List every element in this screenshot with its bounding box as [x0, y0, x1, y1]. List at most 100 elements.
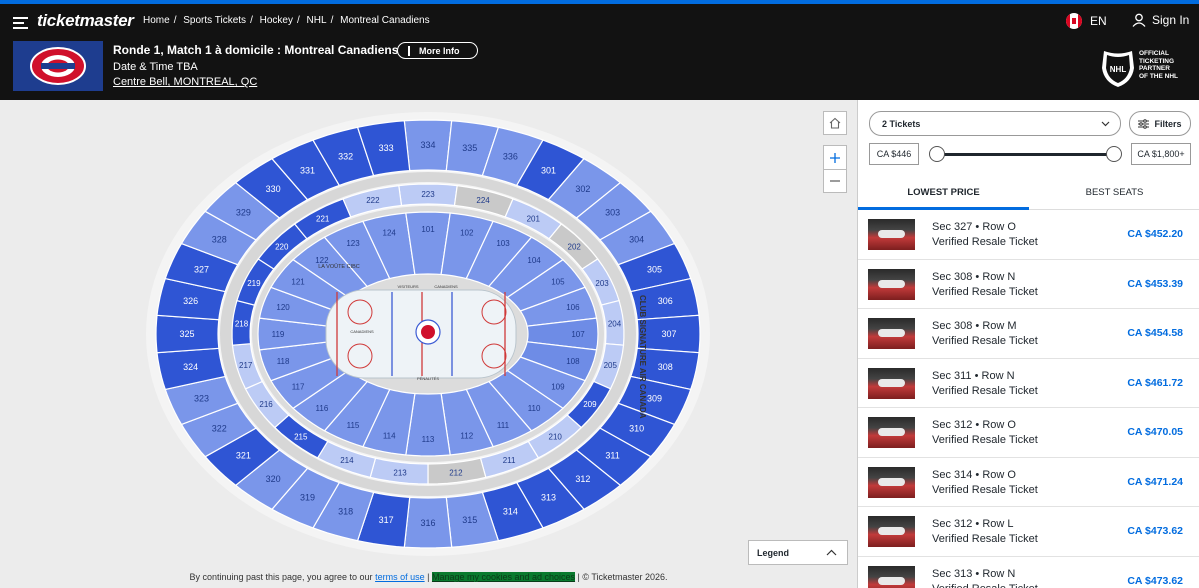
ticket-listing[interactable]: Sec 308 • Row N Verified Resale Ticket CA … [858, 260, 1199, 309]
ticket-listing[interactable]: Sec 314 • Row O Verified Resale Ticket CA … [858, 458, 1199, 507]
listing-section-row: Sec 308 • Row M [932, 320, 1017, 332]
nhl-shield-icon: NHL [1102, 51, 1134, 87]
section-label: 102 [460, 229, 474, 238]
ticketmaster-logo[interactable]: ticketmaster [37, 11, 134, 31]
section-label: 210 [549, 433, 563, 442]
ticket-listing[interactable]: Sec 327 • Row O Verified Resale Ticket CA … [858, 210, 1199, 260]
price-max-field[interactable]: CA $1,800+ [1131, 143, 1191, 165]
section-label: 318 [338, 507, 353, 517]
partner-line-3: PARTNER [1139, 65, 1170, 72]
section-label: 220 [275, 243, 289, 252]
ticket-listing[interactable]: Sec 312 • Row O Verified Resale Ticket CA … [858, 408, 1199, 458]
sign-in-button[interactable]: Sign In [1132, 13, 1189, 27]
price-min-field[interactable]: CA $446 [869, 143, 919, 165]
listing-section-row: Sec 311 • Row N [932, 369, 1015, 382]
section-223[interactable]: 223 [398, 183, 458, 207]
official-partner-text: OFFICIAL TICKETING PARTNER OF THE NHL [1139, 50, 1178, 80]
cookie-choices-link[interactable]: Manage my cookies and ad choices [431, 572, 576, 582]
breadcrumb-hockey[interactable]: Hockey [260, 15, 293, 26]
price-slider-track[interactable] [936, 153, 1114, 156]
section-label: 327 [194, 264, 209, 274]
footer-prefix: By continuing past this page, you agree … [189, 572, 373, 582]
seat-view-thumbnail [868, 516, 915, 547]
section-label: 319 [300, 493, 315, 503]
sort-tabs: LOWEST PRICE BEST SEATS [858, 176, 1199, 210]
section-label: 204 [608, 320, 622, 329]
section-label: 109 [551, 383, 565, 392]
listing-price: CA $471.24 [1127, 475, 1183, 488]
section-label: 313 [541, 493, 556, 503]
filters-label: Filters [1154, 118, 1182, 129]
listing-price: CA $454.58 [1127, 327, 1183, 339]
info-icon [408, 45, 410, 56]
seat-map[interactable]: 334 335 336 301 302 303 304 305 306 307 308 309 310 3… [0, 100, 857, 570]
ticket-listing[interactable]: Sec 312 • Row L Verified Resale Ticket CA … [858, 507, 1199, 557]
section-label: 216 [259, 400, 273, 409]
voute-label: LA VOÛTE CIBC [318, 263, 360, 270]
section-316[interactable]: 316 [403, 496, 453, 549]
section-label: 336 [503, 151, 518, 161]
ice-left-label: CANADIENS [350, 329, 374, 334]
ticket-listing[interactable]: Sec 313 • Row N Verified Resale Ticket CA … [858, 557, 1199, 588]
section-label: 121 [291, 278, 305, 287]
section-label: 307 [661, 329, 676, 339]
tab-lowest-price[interactable]: LOWEST PRICE [858, 176, 1029, 210]
listing-section-row: Sec 327 • Row O [932, 221, 1016, 233]
seat-view-thumbnail [868, 268, 915, 300]
section-label: 213 [393, 468, 407, 477]
seat-view-thumbnail [868, 466, 915, 498]
breadcrumb-team[interactable]: Montreal Canadiens [340, 15, 430, 26]
legend-toggle[interactable]: Legend [748, 540, 848, 565]
price-slider-max-handle[interactable] [1106, 146, 1122, 162]
venue-link[interactable]: Centre Bell, MONTREAL, QC [113, 76, 257, 88]
section-334[interactable]: 334 [403, 119, 453, 172]
zoom-in-button[interactable] [823, 145, 847, 169]
section-label: 203 [595, 279, 609, 288]
ticket-listing[interactable]: Sec 308 • Row M Verified Resale Ticket CA … [858, 309, 1199, 359]
ticket-listing[interactable]: Sec 311 • Row N Verified Resale Ticket CA … [858, 359, 1199, 408]
more-info-button[interactable]: More Info [397, 42, 478, 59]
event-date: Date & Time TBA [113, 61, 198, 73]
section-label: 308 [658, 362, 673, 372]
section-label: 202 [568, 243, 582, 252]
ticket-listings: Sec 327 • Row O Verified Resale Ticket CA … [858, 210, 1199, 588]
section-label: 123 [346, 239, 360, 248]
reset-map-button[interactable] [823, 111, 847, 135]
terms-of-use-link[interactable]: terms of use [375, 572, 425, 582]
section-label: 112 [460, 431, 473, 440]
menu-icon[interactable] [13, 17, 28, 29]
section-label: 323 [194, 394, 209, 404]
home-icon [829, 117, 841, 129]
section-label: 214 [340, 456, 354, 465]
breadcrumb-nhl[interactable]: NHL [307, 15, 327, 26]
breadcrumb-sports-tickets[interactable]: Sports Tickets [183, 15, 246, 26]
listing-section-row: Sec 312 • Row O [932, 419, 1016, 431]
svg-text:NHL: NHL [1110, 65, 1127, 74]
section-label: 224 [476, 196, 490, 205]
section-label: 219 [247, 279, 261, 288]
more-info-label: More Info [419, 45, 460, 56]
home-bench-label: CANADIENS [434, 284, 458, 289]
section-325[interactable]: 325 [155, 314, 220, 354]
section-label: 105 [551, 278, 565, 287]
section-label: 114 [383, 431, 396, 440]
language-selector[interactable]: EN [1066, 13, 1107, 29]
section-label: 110 [528, 404, 541, 413]
zoom-out-button[interactable] [823, 169, 847, 193]
footer-separator: | [424, 572, 432, 582]
filters-button[interactable]: Filters [1129, 111, 1191, 136]
section-label: 304 [629, 235, 644, 245]
section-label: 212 [449, 468, 463, 477]
section-label: 324 [183, 362, 198, 372]
ticket-quantity-value: 2 Tickets [882, 118, 921, 129]
section-label: 124 [383, 229, 397, 238]
section-label: 315 [462, 515, 477, 525]
ticket-quantity-select[interactable]: 2 Tickets [869, 111, 1121, 136]
breadcrumb-home[interactable]: Home [143, 15, 170, 26]
section-label: 328 [212, 235, 227, 245]
section-label: 317 [379, 515, 394, 525]
canadiens-logo-icon [30, 47, 86, 85]
event-title: Ronde 1, Match 1 à domicile : Montreal C… [113, 43, 399, 57]
price-slider-min-handle[interactable] [929, 146, 945, 162]
tab-best-seats[interactable]: BEST SEATS [1029, 176, 1199, 209]
